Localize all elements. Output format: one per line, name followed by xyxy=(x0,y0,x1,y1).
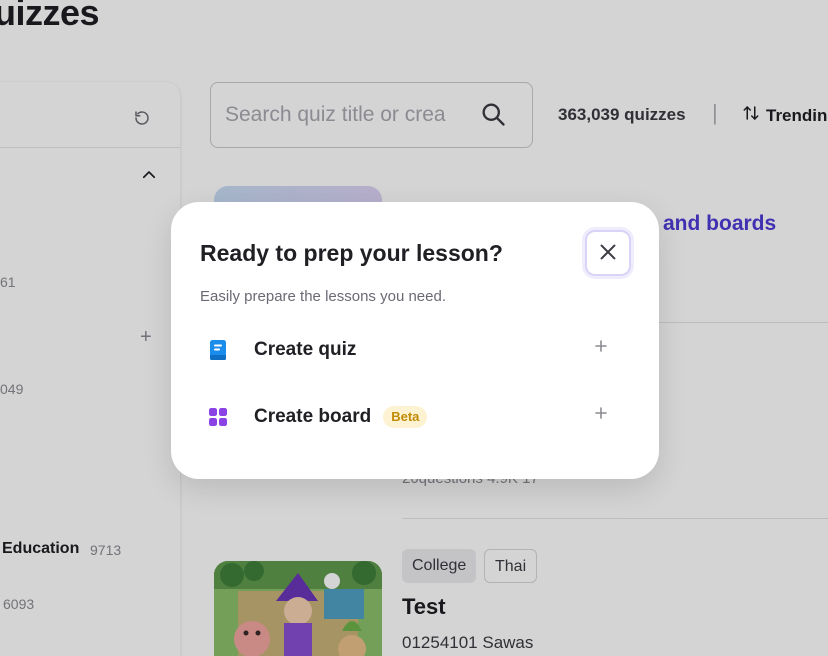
create-board-option[interactable]: Create board Beta xyxy=(200,392,628,442)
plus-icon xyxy=(594,339,608,358)
create-board-label: Create board xyxy=(254,406,372,427)
plus-icon xyxy=(594,406,608,425)
close-button[interactable] xyxy=(585,230,631,276)
modal-subtitle: Easily prepare the lessons you need. xyxy=(200,288,446,305)
create-lesson-modal: Ready to prep your lesson? Easily prepar… xyxy=(171,202,659,479)
modal-title: Ready to prep your lesson? xyxy=(200,240,503,266)
create-quiz-option[interactable]: Create quiz xyxy=(200,325,628,375)
beta-badge: Beta xyxy=(383,406,428,428)
grid-icon xyxy=(200,407,236,427)
close-icon xyxy=(597,241,619,266)
create-quiz-label: Create quiz xyxy=(254,339,357,360)
book-icon xyxy=(200,339,236,361)
